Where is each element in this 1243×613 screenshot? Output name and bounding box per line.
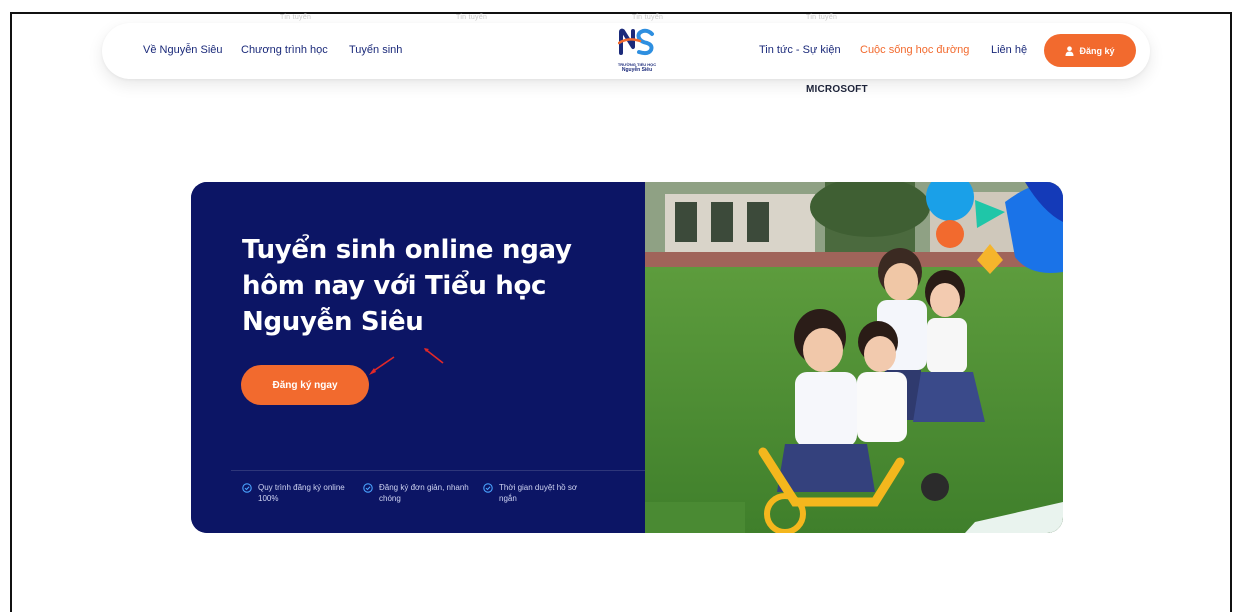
microsoft-label: MICROSOFT <box>806 84 868 95</box>
hero-divider <box>231 470 645 471</box>
register-button[interactable]: Đăng ký <box>1044 34 1136 67</box>
annotation-arrows <box>369 348 444 375</box>
register-now-button[interactable]: Đăng ký ngay <box>241 365 369 405</box>
nav-link-contact[interactable]: Liên hệ <box>991 44 1027 56</box>
ns-logo-mark <box>617 28 654 56</box>
feature-item: Đăng ký đơn giản, nhanh chóng <box>363 482 473 504</box>
faint-link[interactable]: Tin tuyển <box>456 14 487 21</box>
red-arrow-line <box>424 348 444 364</box>
faint-link[interactable]: Tin tuyển <box>280 14 311 21</box>
nav-link-admissions[interactable]: Tuyển sinh <box>349 44 402 56</box>
logo-school-name: Nguyễn Siêu <box>621 67 653 73</box>
hero-text-panel: Tuyển sinh online ngay hôm nay với Tiểu … <box>191 182 645 533</box>
faint-link[interactable]: Tin tuyển <box>632 14 663 21</box>
feature-text: Đăng ký đơn giản, nhanh chóng <box>379 483 469 503</box>
check-circle-icon <box>363 483 373 493</box>
feature-text: Quy trình đăng ký online 100% <box>258 483 345 503</box>
school-logo[interactable]: TRƯỜNG TIỂU HỌC Nguyễn Siêu <box>612 27 662 75</box>
red-arrow-line <box>371 356 395 373</box>
feature-item: Thời gian duyệt hồ sơ ngắn <box>483 482 593 504</box>
user-icon <box>1065 45 1075 56</box>
feature-item: Quy trình đăng ký online 100% <box>242 482 352 504</box>
nav-link-curriculum[interactable]: Chương trình học <box>241 44 328 56</box>
hero-photo <box>645 182 1063 533</box>
nav-link-school-life[interactable]: Cuộc sống học đường <box>860 44 969 56</box>
main-navbar: Về Nguyễn Siêu Chương trình học Tuyển si… <box>102 23 1150 79</box>
nav-link-about[interactable]: Về Nguyễn Siêu <box>143 44 223 56</box>
faint-link[interactable]: Tin tuyển <box>806 14 837 21</box>
check-circle-icon <box>242 483 252 493</box>
feature-text: Thời gian duyệt hồ sơ ngắn <box>499 483 578 503</box>
admission-hero-banner: Tuyển sinh online ngay hôm nay với Tiểu … <box>191 182 1063 533</box>
register-button-label: Đăng ký <box>1079 45 1115 56</box>
nav-link-news[interactable]: Tin tức - Sự kiện <box>759 44 841 56</box>
check-circle-icon <box>483 483 493 493</box>
